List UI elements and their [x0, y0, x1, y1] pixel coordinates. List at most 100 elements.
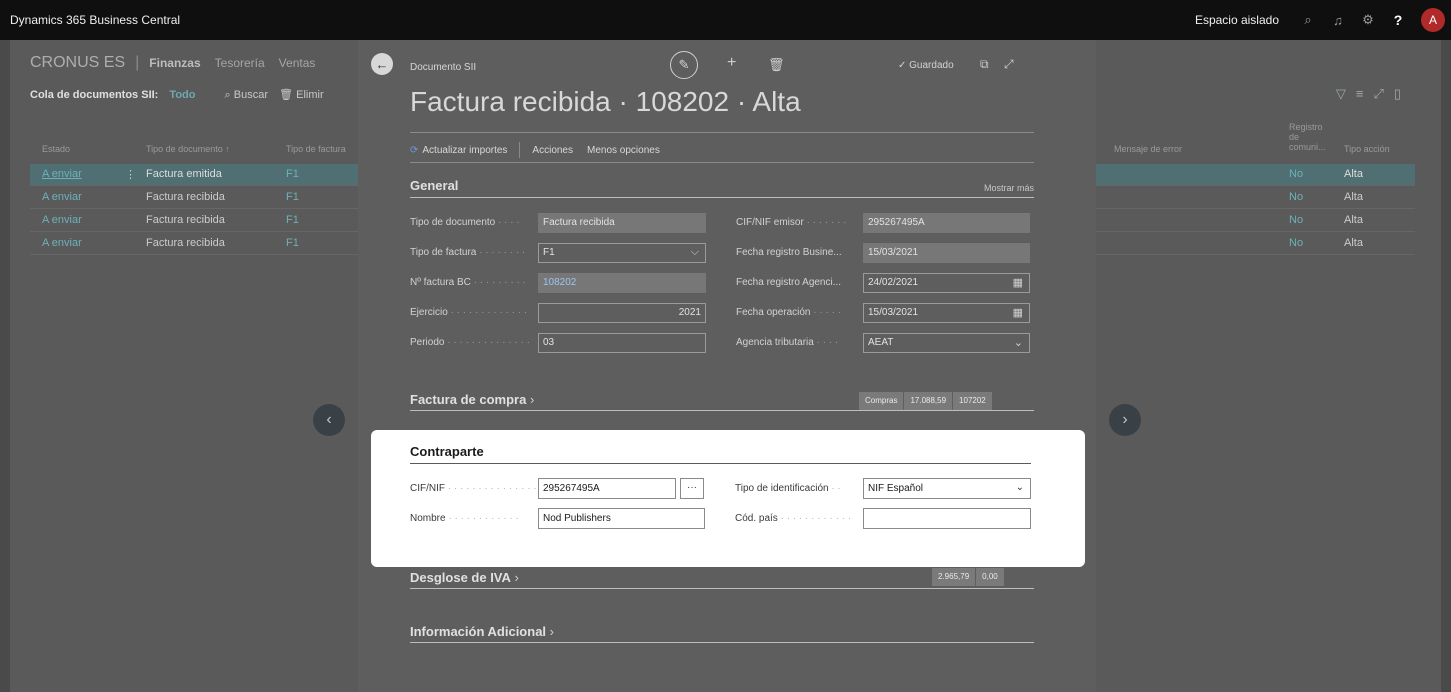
chevron-right-icon: › [1122, 411, 1128, 428]
ejercicio-input[interactable]: 2021 [538, 303, 706, 323]
nav-ventas[interactable]: Ventas [279, 56, 316, 70]
section-informacion-adicional-title[interactable]: Información Adicional › [410, 624, 554, 639]
row-menu-icon[interactable]: ⋮ [125, 168, 136, 181]
breadcrumb: Documento SII [410, 62, 477, 73]
cod-pais-input[interactable] [863, 508, 1031, 529]
tipo-identificacion-select[interactable]: NIF Español ⌄ [863, 478, 1031, 499]
bell-icon[interactable]: ♫ [1323, 13, 1353, 28]
row-registro: No [1289, 237, 1304, 249]
previous-record-button[interactable]: ‹ [313, 404, 345, 436]
edit-button[interactable]: ✎ [670, 51, 698, 79]
trash-icon[interactable]: 🗑 [279, 89, 293, 101]
search-icon[interactable]: ⌕ [1293, 12, 1323, 28]
company-name[interactable]: CRONUS ES [30, 54, 125, 71]
label-fecha-registro-agencia: Fecha registro Agenci... [736, 277, 842, 288]
list-action-bar: Cola de documentos SII: Todo ⌕ Buscar 🗑 … [30, 88, 324, 102]
add-icon[interactable]: + [727, 54, 736, 72]
refresh-amounts-button[interactable]: Actualizar importes [422, 145, 507, 156]
chevron-down-icon: ⌄ [1015, 482, 1024, 493]
fecha-registro-agencia-input[interactable]: 24/02/2021 ▦ [863, 273, 1030, 293]
row-estado[interactable]: A enviar [42, 191, 82, 203]
section-contraparte-title[interactable]: Contraparte [410, 444, 484, 459]
total-iva: 2.965,79 [932, 568, 977, 586]
divider [410, 588, 1034, 589]
row-tipo: Factura recibida [146, 191, 225, 203]
page-title: Factura recibida · 108202 · Alta [410, 86, 801, 117]
col-estado[interactable]: Estado [42, 144, 70, 154]
section-factura-compra-title[interactable]: Factura de compra › [410, 392, 534, 407]
label-tipo-factura: Tipo de factura · · · · · · · · [410, 247, 526, 258]
expand-icon[interactable]: ⤢ [1004, 57, 1014, 72]
row-accion: Alta [1344, 191, 1363, 203]
label-n-factura: Nº factura BC · · · · · · · · · [410, 277, 526, 288]
chevron-down-icon: ⌄ [1013, 337, 1023, 349]
back-button[interactable]: ← [371, 53, 393, 75]
row-estado[interactable]: A enviar [42, 168, 82, 180]
arrow-left-icon: ← [375, 56, 389, 72]
list-toolbar-icons[interactable]: ▽≡⤢▯ [1336, 86, 1411, 102]
divider [410, 132, 1034, 133]
col-tipo-documento[interactable]: Tipo de documento ↑ [146, 144, 230, 154]
n-factura-field[interactable]: 108202 [538, 273, 706, 293]
filter-todo[interactable]: Todo [169, 89, 195, 101]
factura-compra-totals: Compras 17.088,59 107202 [859, 392, 993, 410]
trash-icon[interactable]: 🗑 [768, 57, 785, 73]
nombre-input[interactable]: Nod Publishers [538, 508, 705, 529]
cif-emisor-field: 295267495A [863, 213, 1030, 233]
gear-icon[interactable]: ⚙ [1353, 12, 1383, 28]
avatar[interactable]: A [1421, 8, 1445, 32]
row-registro: No [1289, 168, 1304, 180]
app-name[interactable]: Dynamics 365 Business Central [10, 13, 180, 27]
search-icon[interactable]: ⌕ [225, 89, 231, 101]
divider [410, 410, 1034, 411]
row-factura: F1 [286, 191, 299, 203]
row-factura: F1 [286, 237, 299, 249]
list-title: Cola de documentos SII: [30, 89, 159, 101]
row-tipo: Factura recibida [146, 237, 225, 249]
label-ejercicio: Ejercicio · · · · · · · · · · · · · [410, 307, 528, 318]
divider [410, 162, 1034, 163]
col-registro[interactable]: Registro de comuni... [1289, 122, 1329, 152]
fecha-operacion-input[interactable]: 15/03/2021 ▦ [863, 303, 1030, 323]
row-accion: Alta [1344, 214, 1363, 226]
label-cif-nif: CIF/NIF · · · · · · · · · · · · · · · [410, 483, 537, 494]
col-mensaje-error[interactable]: Mensaje de error [1114, 144, 1182, 154]
total-compras: Compras [859, 392, 905, 410]
row-accion: Alta [1344, 237, 1363, 249]
cif-nif-lookup-button[interactable]: ··· [680, 478, 704, 499]
agencia-tributaria-select[interactable]: AEAT ⌄ [863, 333, 1030, 353]
total-numero: 107202 [953, 392, 993, 410]
open-new-window-icon[interactable]: ⧉ [980, 57, 989, 72]
label-periodo: Periodo · · · · · · · · · · · · · · [410, 337, 530, 348]
nav-finanzas[interactable]: Finanzas [149, 56, 200, 70]
row-tipo: Factura recibida [146, 214, 225, 226]
label-agencia-tributaria: Agencia tributaria · · · · [736, 337, 839, 348]
col-tipo-accion[interactable]: Tipo acción [1344, 144, 1390, 154]
label-tipo-documento: Tipo de documento · · · · [410, 217, 520, 228]
pencil-icon: ✎ [678, 57, 690, 72]
action-bar: ⟳ Actualizar importes Acciones Menos opc… [410, 142, 660, 158]
document-card: Documento SII ✎ + 🗑 ✓ Guardado ⧉ ⤢ Factu… [358, 40, 1096, 692]
calendar-icon: ▦ [1012, 277, 1023, 289]
section-desglose-iva-title[interactable]: Desglose de IVA › [410, 570, 519, 585]
environment-label: Espacio aislado [1194, 13, 1279, 27]
tipo-factura-select[interactable]: F1 ⌵ [538, 243, 706, 263]
nav-tesoreria[interactable]: Tesorería [215, 56, 265, 70]
col-tipo-factura[interactable]: Tipo de factura [286, 144, 346, 154]
actions-menu[interactable]: Acciones [532, 145, 573, 156]
label-nombre: Nombre · · · · · · · · · · · · [410, 513, 519, 524]
next-record-button[interactable]: › [1109, 404, 1141, 436]
row-estado[interactable]: A enviar [42, 237, 82, 249]
delete-button[interactable]: Elimir [296, 89, 324, 101]
refresh-icon: ⟳ [410, 144, 419, 156]
row-estado[interactable]: A enviar [42, 214, 82, 226]
fewer-options-button[interactable]: Menos opciones [587, 145, 660, 156]
help-icon[interactable]: ? [1383, 12, 1413, 28]
cif-nif-input[interactable]: 295267495A [538, 478, 676, 499]
total-recargo: 0,00 [976, 568, 1005, 586]
section-general-title[interactable]: General [410, 178, 458, 193]
show-more-link[interactable]: Mostrar más [984, 183, 1034, 193]
periodo-input[interactable]: 03 [538, 333, 706, 353]
desglose-totals: 2.965,79 0,00 [932, 568, 1005, 586]
search-button[interactable]: Buscar [234, 89, 268, 101]
